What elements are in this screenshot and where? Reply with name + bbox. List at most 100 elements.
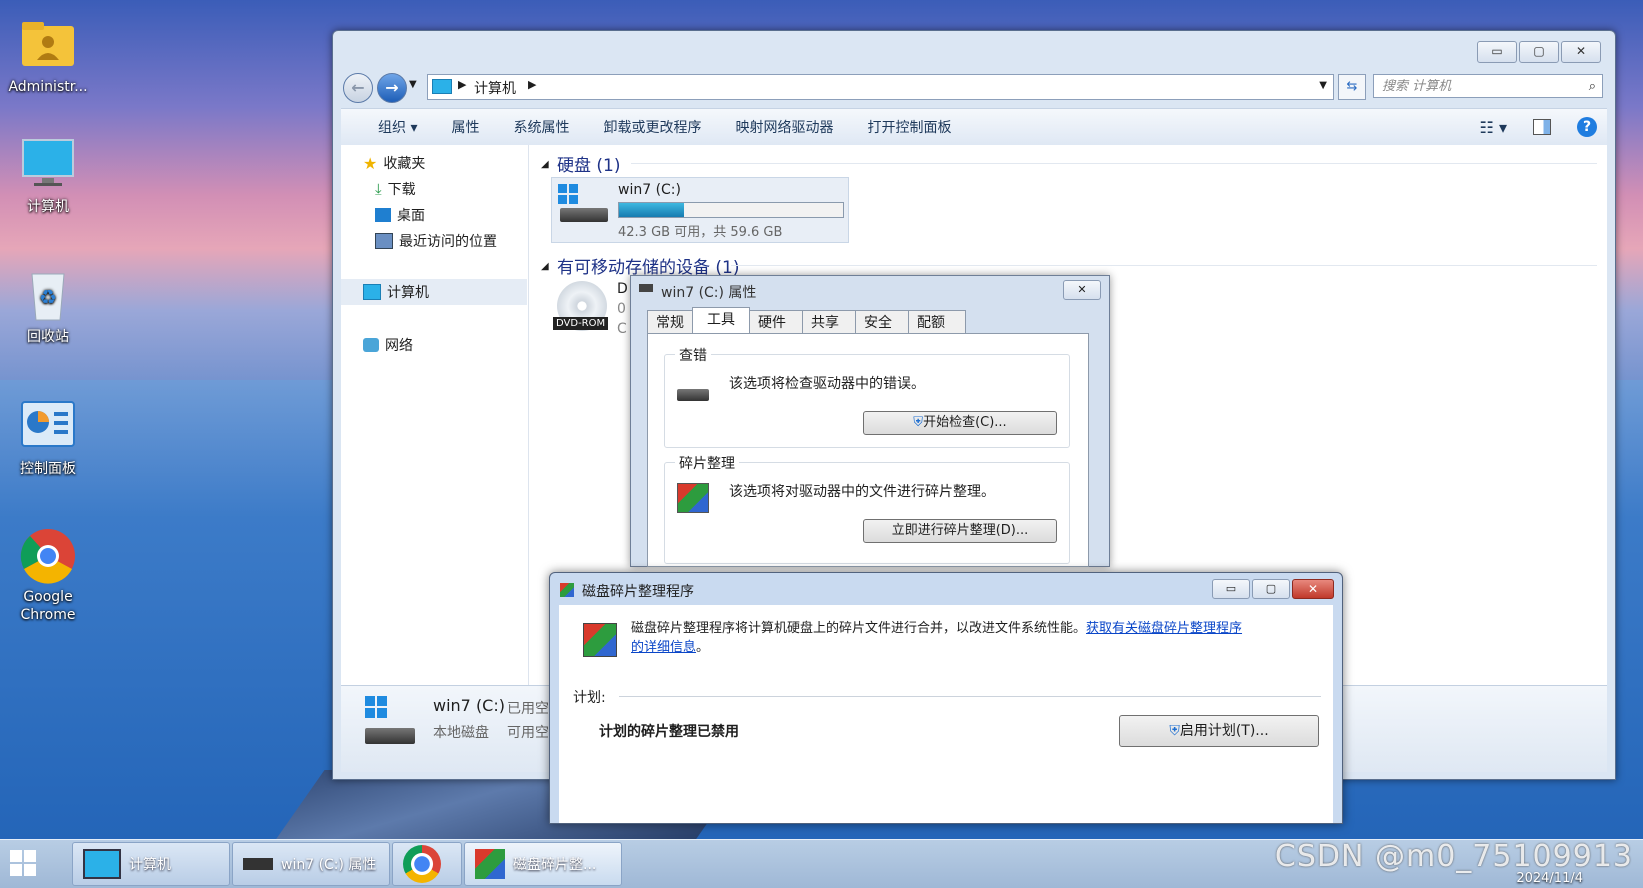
- map-network-drive-button[interactable]: 映射网络驱动器: [718, 117, 850, 137]
- forward-arrow-icon: →: [385, 78, 399, 97]
- tab-general[interactable]: 常规: [647, 310, 693, 335]
- nav-favorites[interactable]: ★ 收藏夹: [363, 153, 425, 173]
- address-dropdown-icon[interactable]: ▼: [1319, 80, 1327, 91]
- defrag-group: 碎片整理 该选项将对驱动器中的文件进行碎片整理。 立即进行碎片整理(D)...: [664, 453, 1070, 564]
- nav-label: 下载: [387, 182, 416, 198]
- taskbar-item-properties[interactable]: win7 (C:) 属性: [232, 842, 390, 886]
- back-button[interactable]: ←: [343, 73, 373, 103]
- close-button[interactable]: ✕: [1292, 579, 1334, 599]
- defrag-now-button[interactable]: 立即进行碎片整理(D)...: [863, 519, 1057, 543]
- desktop-icon-computer[interactable]: 计算机: [0, 138, 96, 216]
- desktop-icon-chrome[interactable]: Google Chrome: [0, 528, 96, 624]
- star-icon: ★: [363, 153, 378, 173]
- enable-schedule-button[interactable]: ⛨启用计划(T)...: [1119, 715, 1319, 747]
- tab-hardware[interactable]: 硬件: [749, 310, 803, 335]
- windows-logo-icon: [10, 850, 36, 876]
- tools-panel: 查错 该选项将检查驱动器中的错误。 ⛨开始检查(C)... 碎片整理 该选项将对…: [647, 333, 1089, 567]
- drive-free-text: 42.3 GB 可用，共 59.6 GB: [618, 225, 783, 240]
- defrag-small-icon: [560, 583, 574, 597]
- close-button[interactable]: ✕: [1063, 280, 1101, 300]
- close-button[interactable]: ✕: [1561, 41, 1601, 63]
- organize-button[interactable]: 组织 ▾: [361, 117, 434, 137]
- start-check-button[interactable]: ⛨开始检查(C)...: [863, 411, 1057, 435]
- view-options-icon[interactable]: ☷ ▾: [1480, 118, 1507, 137]
- intro-text: 磁盘碎片整理程序将计算机硬盘上的碎片文件进行合并，以改进文件系统性能。: [631, 621, 1087, 636]
- tab-security[interactable]: 安全: [855, 310, 909, 335]
- taskbar-item-chrome[interactable]: [392, 842, 462, 886]
- search-placeholder: 搜索 计算机: [1382, 79, 1452, 94]
- watermark: CSDN @m0_75109913: [1274, 839, 1633, 874]
- learn-more-link[interactable]: 获取有关磁盘碎片整理程序: [1086, 621, 1242, 636]
- breadcrumb[interactable]: 计算机: [474, 78, 516, 98]
- details-name: win7 (C:): [433, 696, 505, 715]
- dvd-rom-badge: DVD-ROM: [553, 317, 609, 330]
- nav-recent[interactable]: 最近访问的位置: [375, 231, 497, 251]
- tab-sharing[interactable]: 共享: [802, 310, 856, 335]
- window-caption-buttons: ▭ ▢ ✕: [1477, 41, 1601, 63]
- nav-label: 网络: [385, 338, 413, 354]
- forward-button[interactable]: →: [377, 73, 407, 103]
- system-properties-button[interactable]: 系统属性: [496, 117, 586, 137]
- dvd-drive-tile[interactable]: DVD-ROM D 0 C: [553, 281, 628, 347]
- preview-pane-icon[interactable]: [1533, 119, 1551, 135]
- tab-quota[interactable]: 配额: [908, 310, 966, 335]
- desktop-icon-recycle-bin[interactable]: ♻ 回收站: [0, 268, 96, 346]
- tab-tools[interactable]: 工具: [692, 307, 750, 335]
- tab-strip: 常规 工具 硬件 共享 安全 配额: [647, 307, 966, 335]
- uninstall-programs-button[interactable]: 卸载或更改程序: [586, 117, 718, 137]
- desktop-icon-label: Administr...: [8, 79, 88, 95]
- taskbar-item-defrag[interactable]: 磁盘碎片整...: [464, 842, 622, 886]
- details-type: 本地磁盘: [433, 725, 489, 741]
- properties-button[interactable]: 属性: [434, 117, 496, 137]
- collapse-arrow-icon[interactable]: ◢: [541, 159, 549, 170]
- refresh-button[interactable]: ⇆: [1338, 74, 1366, 100]
- desktop-icon-control-panel[interactable]: 控制面板: [0, 400, 96, 478]
- windows-logo-icon: [558, 184, 578, 204]
- desktop-icon-administrator[interactable]: Administr...: [0, 18, 96, 96]
- start-button[interactable]: [10, 850, 36, 876]
- defrag-icon: [677, 483, 709, 513]
- drive-usage-bar: [618, 202, 844, 218]
- minimize-button[interactable]: ▭: [1212, 579, 1250, 599]
- open-control-panel-button[interactable]: 打开控制面板: [850, 117, 968, 137]
- minimize-button[interactable]: ▭: [1477, 41, 1517, 63]
- collapse-arrow-icon[interactable]: ◢: [541, 261, 549, 272]
- breadcrumb-chevron-icon[interactable]: ▶: [528, 78, 536, 91]
- desktop-icon-label-line1: Google: [23, 589, 73, 605]
- drive-small-icon: [639, 284, 653, 292]
- nav-downloads[interactable]: ⤓ 下载: [375, 179, 416, 199]
- error-check-group: 查错 该选项将检查驱动器中的错误。 ⛨开始检查(C)...: [664, 345, 1070, 448]
- button-label: 开始检查(C)...: [923, 415, 1007, 430]
- defrag-icon: [475, 849, 505, 879]
- computer-small-icon: [432, 79, 452, 94]
- history-dropdown-icon[interactable]: ▼: [409, 79, 417, 90]
- learn-more-link-cont[interactable]: 的详细信息: [631, 640, 696, 655]
- dialog-title: win7 (C:) 属性: [661, 285, 757, 301]
- nav-desktop[interactable]: 桌面: [375, 205, 425, 225]
- maximize-button[interactable]: ▢: [1519, 41, 1559, 63]
- hdr-line: [631, 163, 1597, 164]
- recent-places-icon: [375, 233, 393, 249]
- chrome-icon: [403, 845, 441, 883]
- refresh-icon: ⇆: [1346, 79, 1358, 94]
- defrag-description: 该选项将对驱动器中的文件进行碎片整理。: [729, 484, 995, 500]
- hard-disks-header[interactable]: 硬盘 (1): [557, 151, 620, 176]
- drive-name: win7 (C:): [618, 182, 681, 198]
- breadcrumb-separator-icon: ▶: [458, 78, 467, 91]
- maximize-button[interactable]: ▢: [1252, 579, 1290, 599]
- navigation-pane: ★ 收藏夹 ⤓ 下载 桌面 最近访问的位置 计算机 网络: [341, 145, 529, 685]
- details-free-label: 可用空: [507, 725, 549, 741]
- download-icon: ⤓: [375, 180, 382, 198]
- nav-network[interactable]: 网络: [363, 335, 413, 355]
- taskbar-item-computer[interactable]: 计算机: [72, 842, 230, 886]
- nav-computer[interactable]: 计算机: [341, 279, 527, 305]
- user-folder-icon: [20, 18, 76, 74]
- drive-tile[interactable]: win7 (C:) 42.3 GB 可用，共 59.6 GB: [551, 177, 849, 243]
- nav-label: 计算机: [387, 285, 429, 301]
- search-input[interactable]: 搜索 计算机 ⌕: [1373, 74, 1603, 98]
- tray-date: 2024/11/4: [1516, 871, 1583, 886]
- desktop-folder-icon: [375, 208, 391, 222]
- address-bar[interactable]: ▶ 计算机 ▶ ▼: [427, 74, 1334, 100]
- defrag-content: 磁盘碎片整理程序将计算机硬盘上的碎片文件进行合并，以改进文件系统性能。获取有关磁…: [559, 605, 1333, 823]
- help-icon[interactable]: ?: [1577, 117, 1597, 137]
